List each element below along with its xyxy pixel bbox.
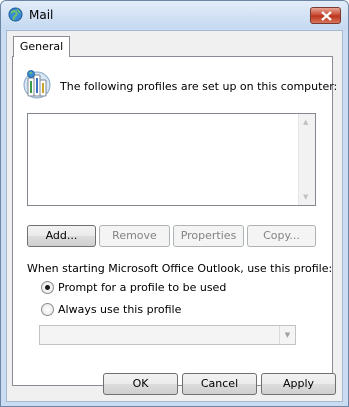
mail-globe-icon <box>8 7 23 22</box>
remove-button[interactable]: Remove <box>99 225 170 247</box>
dialog-client-area: General The following profiles are set u… <box>6 30 343 402</box>
profiles-list-scrollbar[interactable]: ▲ ▼ <box>298 114 315 205</box>
tab-general[interactable]: General <box>13 36 70 57</box>
prompt-profile-label[interactable]: Prompt for a profile to be used <box>58 281 226 294</box>
scroll-up-arrow-icon[interactable]: ▲ <box>303 118 308 126</box>
profiles-intro-text: The following profiles are set up on thi… <box>60 80 338 93</box>
properties-button[interactable]: Properties <box>173 225 244 247</box>
title-bar[interactable]: Mail <box>1 1 348 29</box>
profiles-list[interactable]: ▲ ▼ <box>27 113 316 206</box>
chevron-down-icon[interactable]: ▼ <box>279 326 295 344</box>
copy-button[interactable]: Copy... <box>247 225 316 247</box>
always-use-profile-label[interactable]: Always use this profile <box>58 303 181 316</box>
startup-profile-label: When starting Microsoft Office Outlook, … <box>27 262 333 275</box>
scroll-down-arrow-icon[interactable]: ▼ <box>303 193 308 201</box>
add-button[interactable]: Add... <box>27 225 96 247</box>
profiles-icon <box>23 70 51 99</box>
mail-dialog-window: Mail General The following profiles are … <box>0 0 349 407</box>
close-button[interactable] <box>310 7 341 24</box>
window-title: Mail <box>29 8 54 22</box>
radio-selected-dot <box>45 285 50 290</box>
apply-button[interactable]: Apply <box>261 373 336 395</box>
ok-button[interactable]: OK <box>103 373 178 395</box>
always-use-profile-select[interactable]: ▼ <box>39 325 296 345</box>
close-icon <box>321 11 332 21</box>
prompt-profile-radio[interactable] <box>41 281 54 294</box>
cancel-button[interactable]: Cancel <box>182 373 257 395</box>
always-use-profile-radio[interactable] <box>41 303 54 316</box>
